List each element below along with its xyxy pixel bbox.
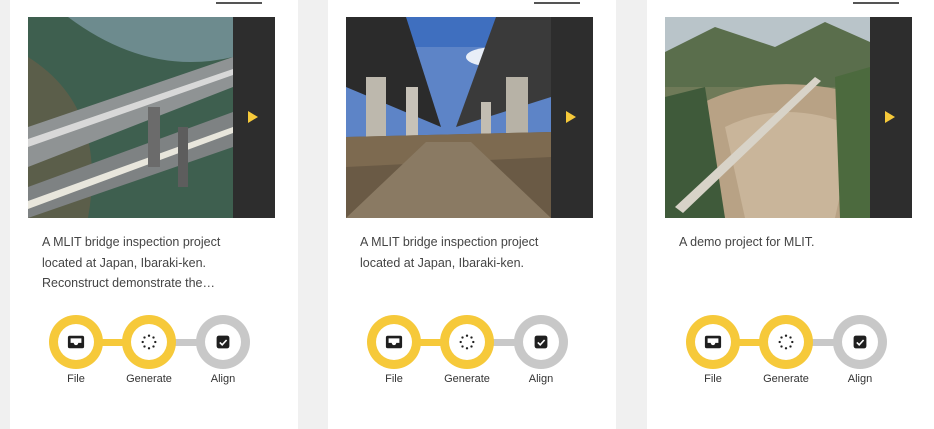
card-tab-indicator bbox=[216, 2, 262, 4]
step-label-generate: Generate bbox=[126, 373, 172, 385]
step-label-file: File bbox=[704, 373, 722, 385]
card-tab-indicator bbox=[853, 2, 899, 4]
step-file[interactable] bbox=[49, 315, 103, 369]
thumbnail-image bbox=[28, 17, 233, 218]
next-image-button[interactable] bbox=[233, 17, 275, 218]
step-generate[interactable] bbox=[122, 315, 176, 369]
project-description: A MLIT bridge inspection project located… bbox=[42, 235, 221, 290]
next-image-button[interactable] bbox=[551, 17, 593, 218]
progress-stepper: File Generate Align bbox=[682, 314, 888, 394]
checkbox-icon bbox=[215, 334, 231, 350]
step-label-align: Align bbox=[847, 373, 873, 385]
step-align[interactable] bbox=[514, 315, 568, 369]
inbox-icon bbox=[67, 335, 85, 349]
card-tab-indicator bbox=[534, 2, 580, 4]
project-thumbnail[interactable] bbox=[346, 17, 593, 218]
step-label-align: Align bbox=[210, 373, 236, 385]
step-label-generate: Generate bbox=[763, 373, 809, 385]
thumbnail-image bbox=[665, 17, 870, 218]
step-align[interactable] bbox=[196, 315, 250, 369]
next-image-button[interactable] bbox=[870, 17, 912, 218]
inbox-icon bbox=[385, 335, 403, 349]
step-label-align: Align bbox=[528, 373, 554, 385]
step-label-file: File bbox=[385, 373, 403, 385]
step-label-file: File bbox=[67, 373, 85, 385]
step-label-generate: Generate bbox=[444, 373, 490, 385]
thumbnail-image bbox=[346, 17, 551, 218]
progress-stepper: File Generate Align bbox=[45, 314, 251, 394]
progress-stepper: File Generate Align bbox=[363, 314, 569, 394]
step-align[interactable] bbox=[833, 315, 887, 369]
project-description: A MLIT bridge inspection project located… bbox=[360, 235, 539, 270]
project-thumbnail[interactable] bbox=[28, 17, 275, 218]
step-generate[interactable] bbox=[759, 315, 813, 369]
step-file[interactable] bbox=[367, 315, 421, 369]
checkbox-icon bbox=[533, 334, 549, 350]
play-arrow-icon bbox=[566, 111, 576, 123]
project-card[interactable]: A demo project for MLIT. File Generate A… bbox=[647, 0, 934, 429]
inbox-icon bbox=[704, 335, 722, 349]
project-description: A demo project for MLIT. bbox=[679, 235, 815, 249]
checkbox-icon bbox=[852, 334, 868, 350]
project-thumbnail[interactable] bbox=[665, 17, 912, 218]
play-arrow-icon bbox=[248, 111, 258, 123]
play-arrow-icon bbox=[885, 111, 895, 123]
step-generate[interactable] bbox=[440, 315, 494, 369]
project-card[interactable]: A MLIT bridge inspection project located… bbox=[10, 0, 298, 429]
step-file[interactable] bbox=[686, 315, 740, 369]
project-card[interactable]: A MLIT bridge inspection project located… bbox=[328, 0, 616, 429]
